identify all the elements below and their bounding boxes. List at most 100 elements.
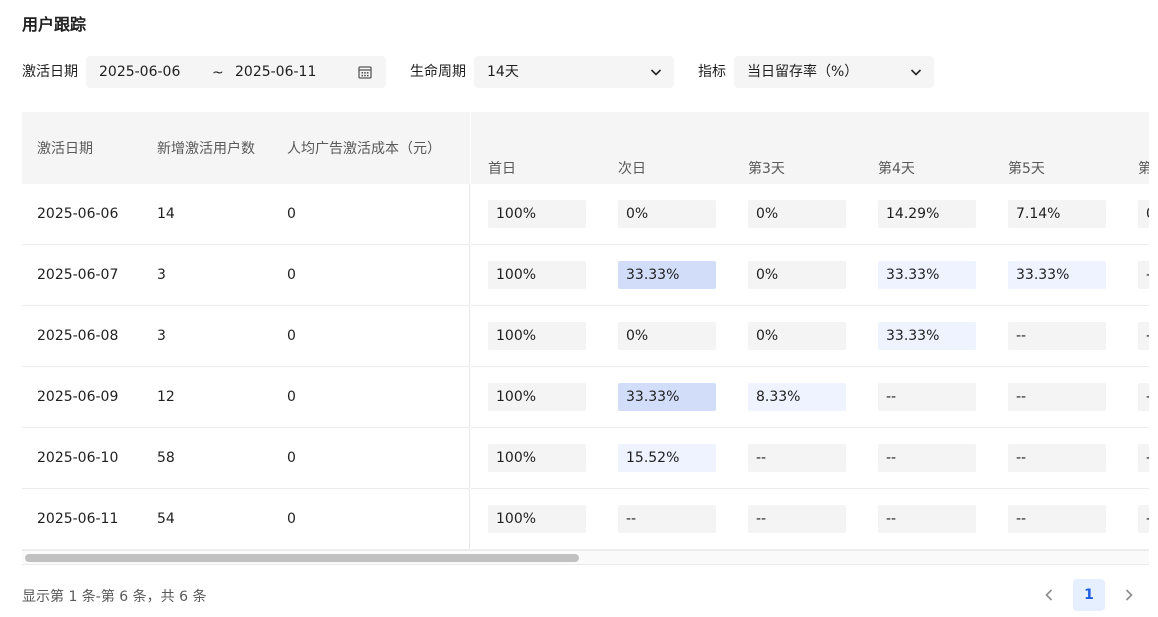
table-row[interactable]: 2025-06-07 3 0 [22,245,470,306]
scrollbar-thumb[interactable] [25,554,579,562]
header-day-1[interactable]: 首日 [488,158,516,178]
date-range-picker[interactable]: 2025-06-06 ~ 2025-06-11 [86,56,386,88]
retention-cell[interactable]: -- [878,505,976,533]
retention-cell[interactable]: 100% [488,200,586,228]
page-title: 用户跟踪 [22,15,87,34]
header-ad-cost[interactable]: 人均广告激活成本（元） [287,138,441,158]
chevron-down-icon [908,64,924,80]
table-header-days: 首日 次日 第3天 第4天 第5天 第 [471,148,1149,184]
table-row[interactable]: 2025-06-08 3 0 [22,306,470,367]
retention-cell[interactable]: 33.33% [878,261,976,289]
next-page-button[interactable] [1114,579,1144,611]
retention-cell[interactable]: -- [1008,383,1106,411]
retention-cell[interactable]: - [1138,444,1149,472]
retention-cell[interactable]: 100% [488,383,586,411]
retention-cell[interactable]: -- [748,444,846,472]
retention-cell[interactable]: -- [748,505,846,533]
retention-cell[interactable]: 0% [618,322,716,350]
retention-cell[interactable]: 0% [748,322,846,350]
retention-cell[interactable]: 33.33% [618,261,716,289]
retention-cell[interactable]: -- [878,444,976,472]
retention-cell[interactable]: 100% [488,444,586,472]
retention-cell[interactable]: -- [878,383,976,411]
retention-cell[interactable]: - [1138,505,1149,533]
retention-cell[interactable]: 7.14% [1008,200,1106,228]
retention-cell[interactable]: 33.33% [878,322,976,350]
header-day-6[interactable]: 第 [1138,158,1149,178]
table-scroll-columns[interactable]: 首日 次日 第3天 第4天 第5天 第 100% 0% 0% 14.29% 7.14% 0 100% 3… [471,112,1149,550]
header-activation-date[interactable]: 激活日期 [37,138,93,158]
table-row-days[interactable]: 100%--------- [471,489,1149,550]
header-new-users[interactable]: 新增激活用户数 [157,138,255,158]
retention-table: 激活日期 新增激活用户数 人均广告激活成本（元） 2025-06-06 14 0 20… [22,112,1149,565]
chevron-left-icon [1045,589,1053,601]
header-day-3[interactable]: 第3天 [748,158,785,178]
date-end-value[interactable]: 2025-06-11 [235,56,316,88]
retention-cell[interactable]: 0% [748,261,846,289]
row-ad-cost: 0 [287,389,296,405]
row-new-users: 12 [157,389,175,405]
table-row-days[interactable]: 100% 33.33% 0% 33.33% 33.33% - [471,245,1149,306]
row-date: 2025-06-09 [37,389,119,405]
row-date: 2025-06-08 [37,328,119,344]
retention-cell[interactable]: -- [1008,322,1106,350]
table-row[interactable]: 2025-06-11 54 0 [22,489,470,550]
retention-cell[interactable]: -- [1008,444,1106,472]
table-row[interactable]: 2025-06-06 14 0 [22,184,470,245]
row-new-users: 3 [157,328,166,344]
retention-cell[interactable]: 15.52% [618,444,716,472]
table-header-fixed: 激活日期 新增激活用户数 人均广告激活成本（元） [22,112,470,184]
filter-bar: 激活日期 2025-06-06 ~ 2025-06-11 生命周期 14天 指标… [22,56,1152,88]
metric-label: 指标 [698,64,726,80]
row-date: 2025-06-07 [37,267,119,283]
date-range-separator: ~ [212,65,224,81]
pagination-summary: 显示第 1 条-第 6 条，共 6 条 [22,589,207,605]
retention-cell[interactable]: 100% [488,261,586,289]
table-fixed-columns: 激活日期 新增激活用户数 人均广告激活成本（元） 2025-06-06 14 0 20… [22,112,470,550]
retention-cell[interactable]: 14.29% [878,200,976,228]
horizontal-scrollbar[interactable] [22,550,1149,565]
prev-page-button[interactable] [1034,579,1064,611]
retention-cell[interactable]: - [1138,261,1149,289]
calendar-icon[interactable] [357,64,373,80]
retention-cell[interactable]: 33.33% [618,383,716,411]
header-day-5[interactable]: 第5天 [1008,158,1045,178]
lifecycle-label: 生命周期 [410,64,466,80]
header-day-4[interactable]: 第4天 [878,158,915,178]
retention-cell[interactable]: 0% [618,200,716,228]
retention-cell[interactable]: 8.33% [748,383,846,411]
table-row[interactable]: 2025-06-09 12 0 [22,367,470,428]
retention-cell[interactable]: 0% [748,200,846,228]
date-start-value[interactable]: 2025-06-06 [99,56,180,88]
retention-cell[interactable]: 33.33% [1008,261,1106,289]
retention-cell[interactable]: 100% [488,322,586,350]
retention-cell[interactable]: -- [618,505,716,533]
page-1-button[interactable]: 1 [1073,579,1105,611]
row-new-users: 54 [157,511,175,527]
row-date: 2025-06-11 [37,511,119,527]
table-header-group [471,112,1149,148]
chevron-down-icon [648,64,664,80]
lifecycle-select[interactable]: 14天 [474,56,674,88]
retention-cell[interactable]: - [1138,322,1149,350]
lifecycle-value: 14天 [487,64,519,80]
table-row-days[interactable]: 100%33.33%8.33%----- [471,367,1149,428]
chevron-right-icon [1125,589,1133,601]
retention-cell[interactable]: 100% [488,505,586,533]
row-ad-cost: 0 [287,450,296,466]
retention-cell[interactable]: -- [1008,505,1106,533]
row-ad-cost: 0 [287,206,296,222]
retention-cell[interactable]: - [1138,383,1149,411]
table-row[interactable]: 2025-06-10 58 0 [22,428,470,489]
header-day-2[interactable]: 次日 [618,158,646,178]
row-ad-cost: 0 [287,267,296,283]
retention-cell[interactable]: 0 [1138,200,1149,228]
metric-select[interactable]: 当日留存率（%） [734,56,934,88]
row-new-users: 58 [157,450,175,466]
table-row-days[interactable]: 100% 0% 0% 14.29% 7.14% 0 [471,184,1149,245]
table-row-days[interactable]: 100%15.52%------- [471,428,1149,489]
row-new-users: 14 [157,206,175,222]
row-date: 2025-06-10 [37,450,119,466]
row-new-users: 3 [157,267,166,283]
table-row-days[interactable]: 100%0%0%33.33%--- [471,306,1149,367]
